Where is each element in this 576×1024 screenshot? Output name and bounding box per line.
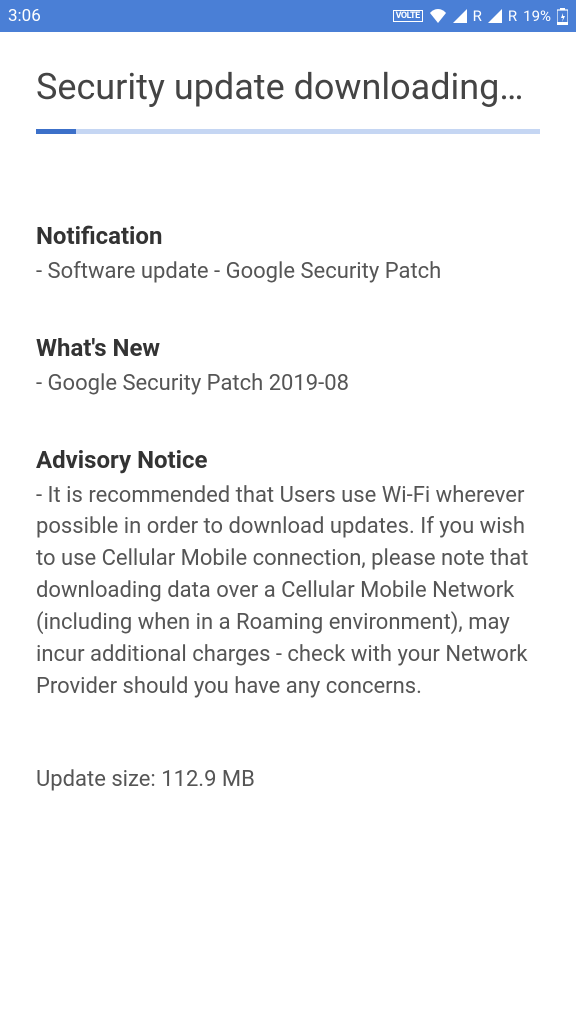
update-size: Update size: 112.9 MB bbox=[36, 767, 540, 792]
notification-body: - Software update - Google Security Patc… bbox=[36, 256, 540, 288]
notification-section: Notification - Software update - Google … bbox=[36, 222, 540, 288]
whats-new-body: - Google Security Patch 2019-08 bbox=[36, 368, 540, 400]
whats-new-heading: What's New bbox=[36, 334, 540, 362]
advisory-body: - It is recommended that Users use Wi-Fi… bbox=[36, 480, 540, 703]
status-bar: 3:06 VOLTE R R 19% bbox=[0, 0, 576, 32]
volte-icon: VOLTE bbox=[393, 10, 423, 22]
signal-icon-2 bbox=[488, 9, 502, 23]
advisory-heading: Advisory Notice bbox=[36, 446, 540, 474]
signal-icon-1 bbox=[453, 9, 467, 23]
battery-percent: 19% bbox=[523, 7, 551, 25]
download-progress-fill bbox=[36, 129, 76, 134]
status-right: VOLTE R R 19% bbox=[393, 7, 568, 25]
download-progress-bar bbox=[36, 129, 540, 134]
content: Security update downloading… Notificatio… bbox=[0, 32, 576, 792]
advisory-section: Advisory Notice - It is recommended that… bbox=[36, 446, 540, 703]
notification-heading: Notification bbox=[36, 222, 540, 250]
battery-icon bbox=[557, 8, 568, 25]
roaming-indicator-1: R bbox=[473, 7, 482, 25]
page-title: Security update downloading… bbox=[36, 64, 540, 111]
wifi-icon bbox=[429, 9, 447, 23]
status-time: 3:06 bbox=[8, 6, 41, 26]
roaming-indicator-2: R bbox=[508, 7, 517, 25]
whats-new-section: What's New - Google Security Patch 2019-… bbox=[36, 334, 540, 400]
